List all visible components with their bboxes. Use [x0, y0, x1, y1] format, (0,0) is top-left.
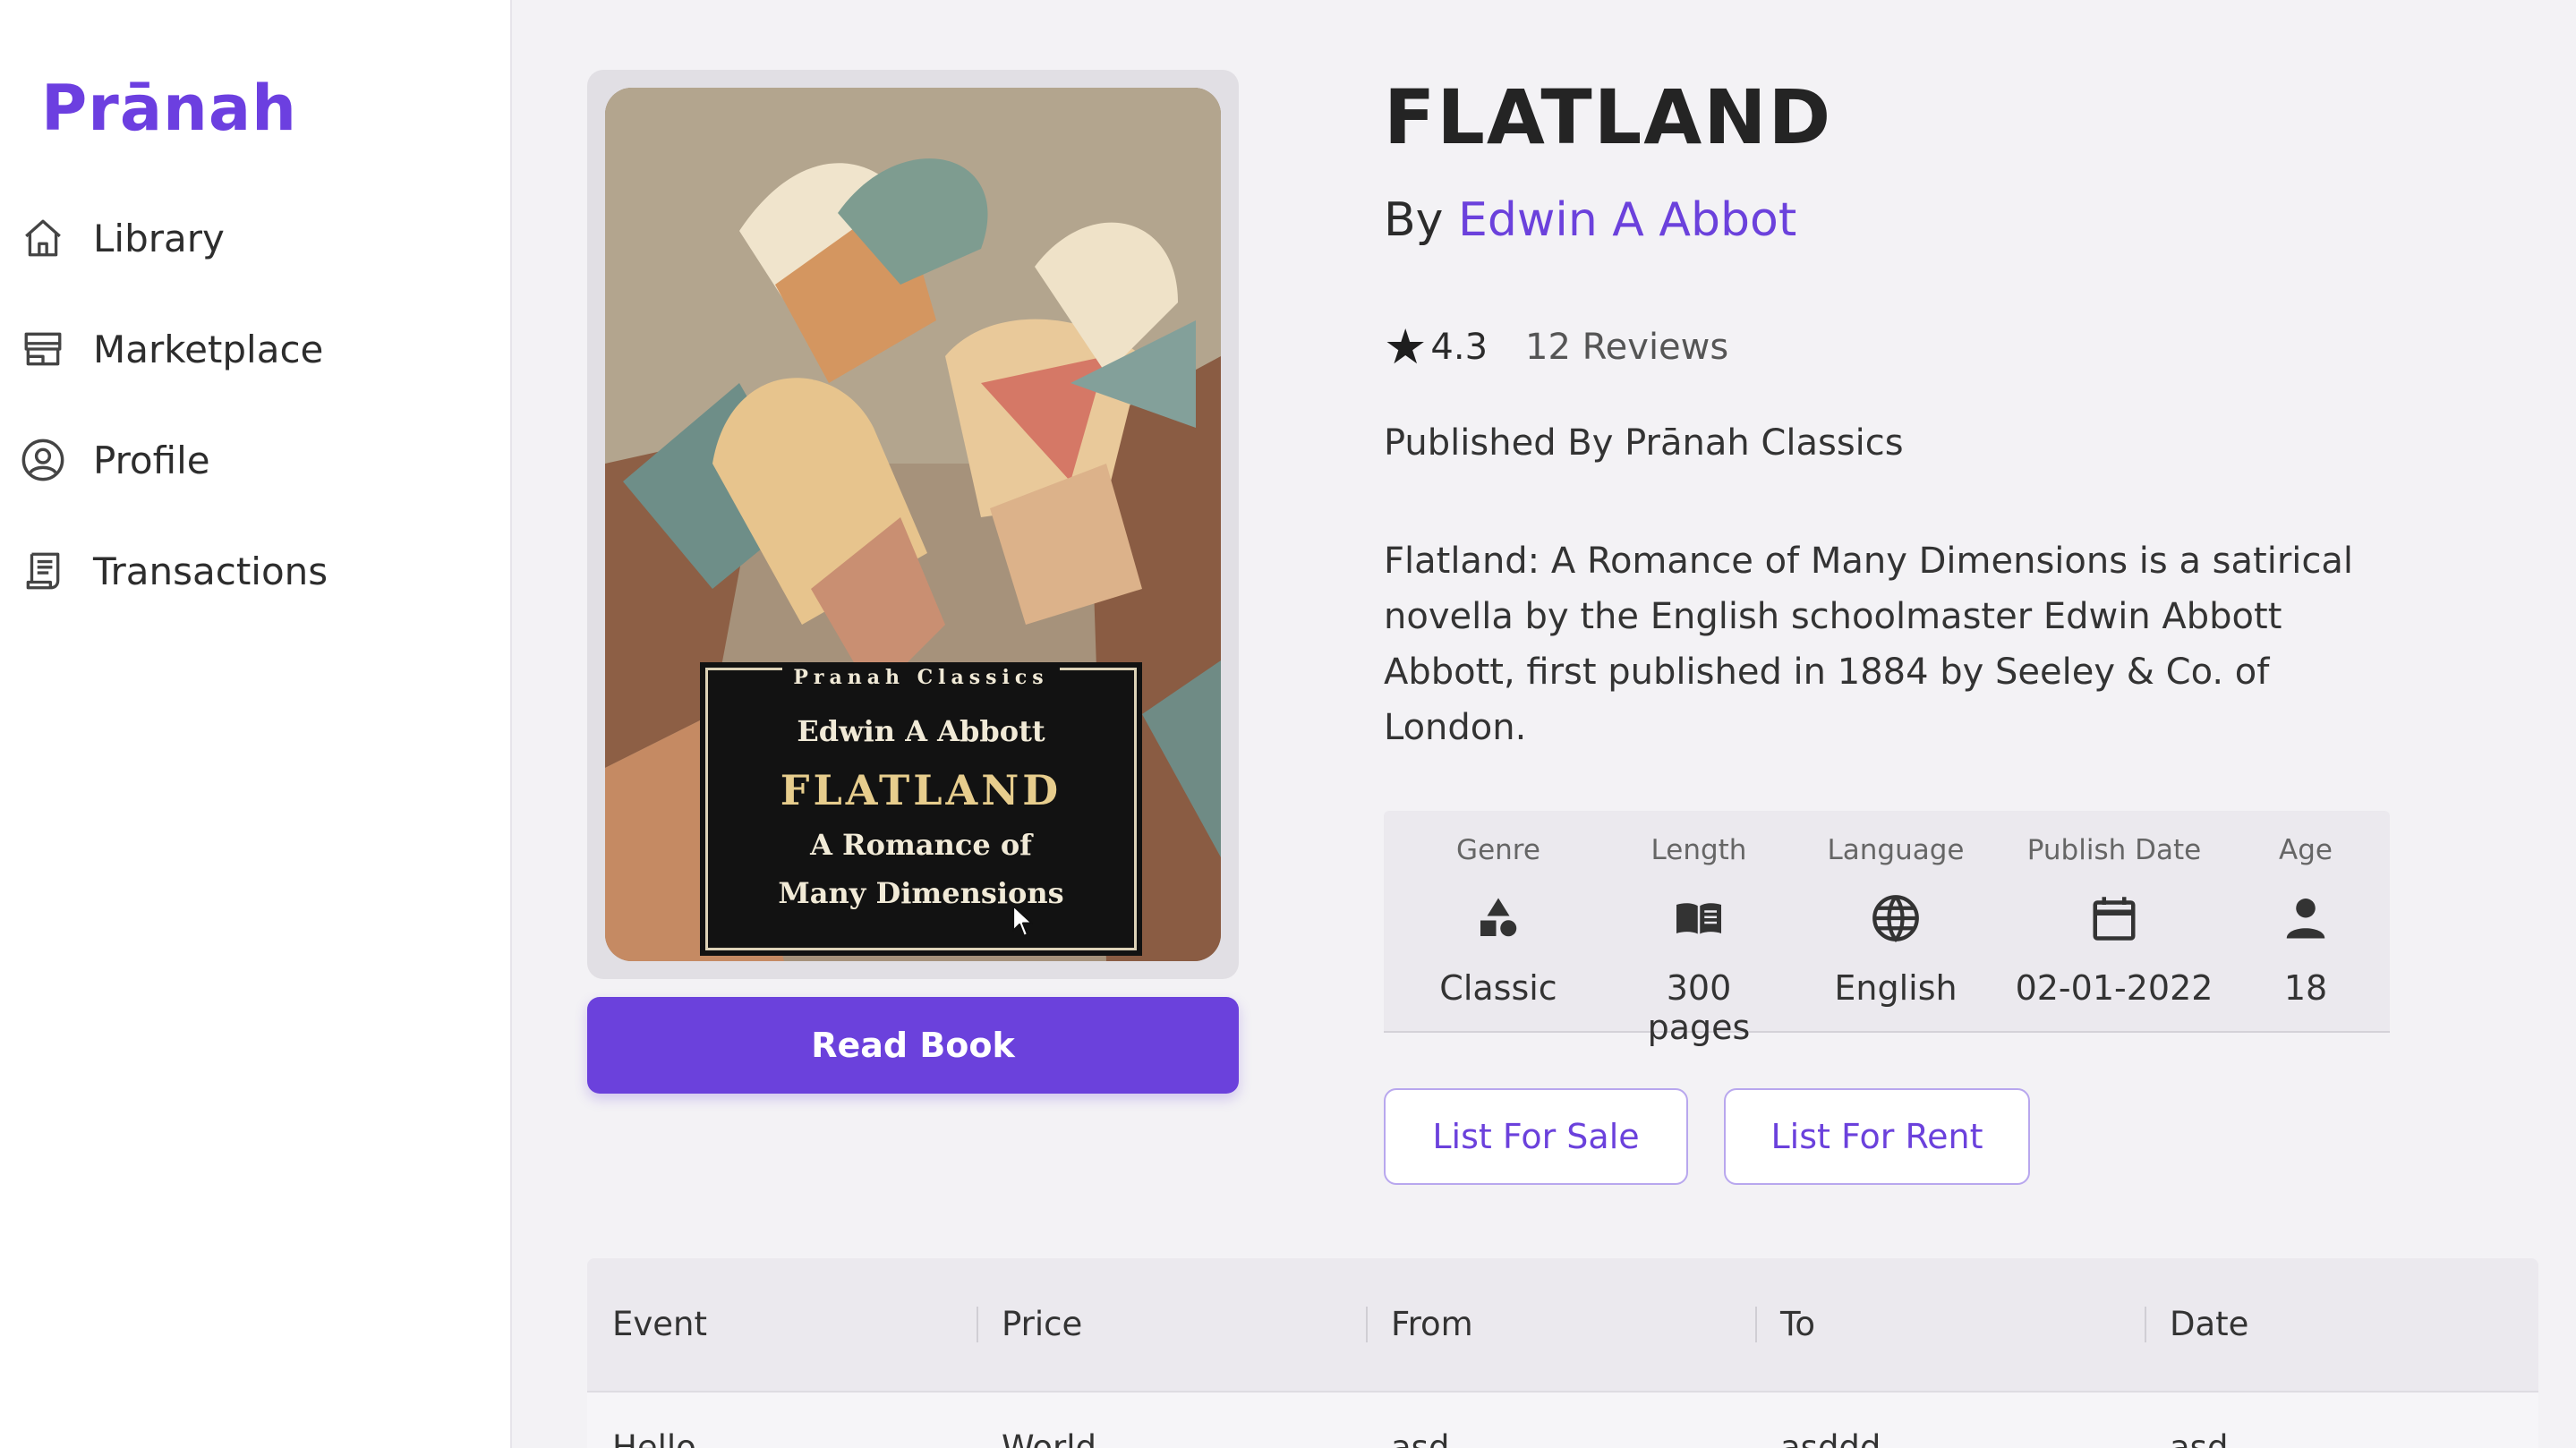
column-header-date[interactable]: Date: [2145, 1258, 2538, 1391]
book-title: FLATLAND: [1384, 73, 1833, 161]
meta-length: Length 300 pages: [1613, 811, 1785, 1047]
publisher: Published By Prānah Classics: [1384, 422, 1904, 464]
book-icon: [1676, 903, 1721, 934]
column-separator: [977, 1307, 978, 1342]
shapes-icon: [1480, 898, 1517, 937]
meta-label: Genre: [1456, 834, 1540, 866]
read-book-button[interactable]: Read Book: [587, 997, 1239, 1094]
meta-value: Classic: [1439, 968, 1557, 1008]
column-header-to[interactable]: To: [1755, 1258, 2145, 1391]
rating-row: ★ 4.3 12 Reviews: [1384, 319, 1728, 375]
book-cover-card: Pranah Classics Edwin A Abbott FLATLAND …: [587, 70, 1239, 979]
sidebar-item-profile[interactable]: Profile: [18, 424, 483, 496]
meta-label: Publish Date: [2026, 834, 2202, 866]
book-cover[interactable]: Pranah Classics Edwin A Abbott FLATLAND …: [605, 88, 1221, 961]
table-cell: World: [1002, 1428, 1097, 1448]
reviews-link[interactable]: 12 Reviews: [1525, 327, 1728, 368]
globe-icon: [1872, 895, 1919, 942]
app-logo[interactable]: Prānah: [41, 72, 297, 145]
column-separator: [1755, 1307, 1757, 1342]
table-cell: Hello: [612, 1428, 696, 1448]
cover-title: FLATLAND: [780, 766, 1062, 814]
home-icon: [18, 213, 68, 263]
meta-label: Age: [2279, 834, 2333, 866]
user-circle-icon: [18, 435, 68, 485]
meta-language: Language English: [1785, 811, 2007, 1033]
table-row[interactable]: Hello World asd asddd asd: [587, 1391, 2538, 1448]
sidebar: Prānah Library Marketplace Profile Trans…: [0, 0, 512, 1448]
cover-series: Pranah Classics: [782, 666, 1060, 689]
meta-value: 02-01-2022: [2015, 968, 2213, 1008]
meta-age: Age 18: [2222, 811, 2390, 1033]
column-header-event[interactable]: Event: [587, 1258, 977, 1391]
sidebar-item-label: Marketplace: [93, 327, 324, 371]
receipt-icon: [18, 546, 68, 596]
meta-publish-date: Publish Date 02-01-2022: [2007, 811, 2222, 1033]
column-separator: [1366, 1307, 1368, 1342]
transaction-history-table: Event Price From To Date Hello World asd: [587, 1258, 2538, 1448]
sidebar-item-label: Profile: [93, 438, 210, 482]
cover-author: Edwin A Abbott: [797, 714, 1045, 748]
sidebar-item-transactions[interactable]: Transactions: [18, 535, 483, 607]
sidebar-item-label: Transactions: [93, 549, 328, 593]
table-cell: asd: [1391, 1428, 1450, 1448]
rating-value: 4.3: [1430, 326, 1488, 368]
column-header-price[interactable]: Price: [977, 1258, 1366, 1391]
meta-label: Language: [1827, 834, 1965, 866]
sidebar-item-label: Library: [93, 216, 225, 260]
calendar-icon: [2093, 897, 2136, 941]
column-header-from[interactable]: From: [1366, 1258, 1755, 1391]
by-prefix: By: [1384, 193, 1444, 247]
cover-subtitle-line2: Many Dimensions: [778, 876, 1064, 910]
sidebar-item-library[interactable]: Library: [18, 202, 483, 274]
star-icon: ★: [1384, 319, 1428, 375]
column-separator: [2145, 1307, 2146, 1342]
store-icon: [18, 324, 68, 374]
person-icon: [2286, 899, 2325, 939]
meta-value: 300 pages: [1647, 968, 1751, 1047]
list-for-sale-button[interactable]: List For Sale: [1384, 1088, 1688, 1185]
mouse-cursor-icon: [1011, 904, 1034, 938]
meta-value: English: [1834, 968, 1958, 1008]
table-cell: asddd: [1780, 1428, 1881, 1448]
meta-label: Length: [1651, 834, 1747, 866]
byline: By Edwin A Abbot: [1384, 193, 1796, 247]
author-link[interactable]: Edwin A Abbot: [1458, 193, 1796, 247]
cover-title-plate: Pranah Classics Edwin A Abbott FLATLAND …: [700, 662, 1142, 956]
book-description: Flatland: A Romance of Many Dimensions i…: [1384, 541, 2353, 748]
table-cell: asd: [2170, 1428, 2229, 1448]
list-for-rent-button[interactable]: List For Rent: [1724, 1088, 2030, 1185]
book-meta-panel: Genre Classic Length 300 pages Language …: [1384, 811, 2390, 1047]
meta-genre: Genre Classic: [1384, 811, 1613, 1033]
meta-value: 18: [2283, 968, 2328, 1008]
sidebar-item-marketplace[interactable]: Marketplace: [18, 313, 483, 385]
cover-subtitle-line1: A Romance of: [810, 828, 1032, 862]
table-header: Event Price From To Date: [587, 1258, 2538, 1391]
app-root: Prānah Library Marketplace Profile Trans…: [0, 0, 2576, 1448]
